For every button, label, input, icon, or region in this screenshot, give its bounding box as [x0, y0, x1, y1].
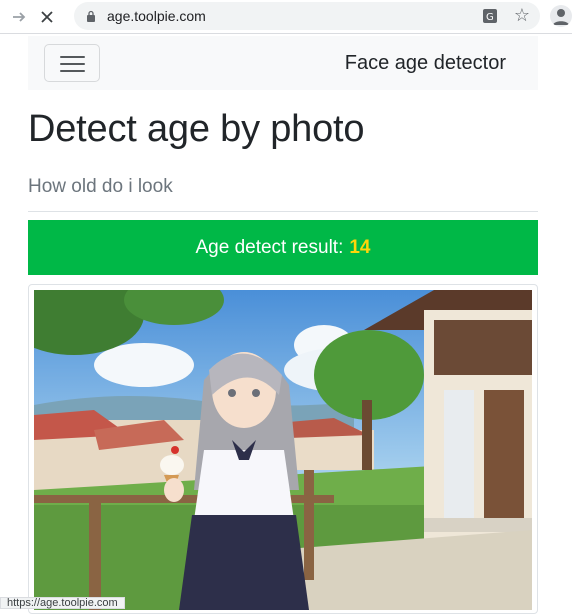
arrow-right-icon — [13, 12, 26, 22]
translate-icon[interactable]: G — [482, 8, 498, 24]
menu-toggle-button[interactable] — [44, 44, 100, 82]
svg-text:G: G — [486, 12, 494, 23]
address-bar[interactable]: age.toolpie.com G ☆ — [74, 2, 540, 30]
page-subtitle: How old do i look — [28, 176, 173, 197]
divider — [28, 211, 538, 212]
bookmark-star-icon[interactable]: ☆ — [514, 5, 530, 26]
result-age-value: 14 — [349, 236, 371, 258]
browser-toolbar: age.toolpie.com G ☆ — [0, 0, 572, 34]
brand-link[interactable]: Face age detector — [345, 52, 506, 75]
stop-button[interactable] — [34, 4, 60, 30]
uploaded-photo — [34, 290, 532, 610]
photo-frame — [28, 284, 538, 614]
navbar: Face age detector — [28, 36, 538, 90]
url-text: age.toolpie.com — [107, 8, 206, 24]
result-label: Age detect result: — [195, 236, 344, 258]
status-bar: https://age.toolpie.com — [0, 597, 125, 609]
result-banner: Age detect result: 14 — [28, 220, 538, 275]
page-title: Detect age by photo — [28, 108, 365, 150]
forward-button[interactable] — [6, 4, 32, 30]
close-icon — [41, 11, 53, 23]
lock-icon — [87, 10, 95, 22]
profile-avatar-icon[interactable] — [550, 5, 572, 27]
